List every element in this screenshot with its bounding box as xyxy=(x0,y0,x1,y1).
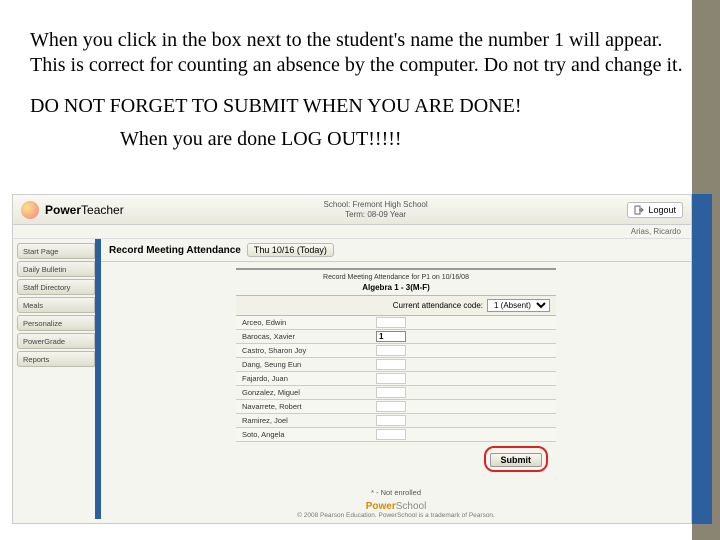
footer: PowerSchool © 2008 Pearson Education. Po… xyxy=(101,501,691,519)
submit-highlight-ring: Submit xyxy=(484,446,549,472)
attendance-input[interactable] xyxy=(376,331,406,342)
attendance-code-row: Current attendance code: 1 (Absent) xyxy=(236,296,556,316)
attendance-input[interactable] xyxy=(376,387,406,398)
powerteacher-window: PowerTeacher School: Fremont High School… xyxy=(12,194,692,524)
student-row: Castro, Sharon Joy xyxy=(236,344,556,358)
student-row: Arceo, Edwin xyxy=(236,316,556,330)
sidebar-item-powergrade[interactable]: PowerGrade xyxy=(17,333,95,349)
attendance-input[interactable] xyxy=(376,345,406,356)
instruction-text: When you click in the box next to the st… xyxy=(30,28,690,78)
sidebar-item-reports[interactable]: Reports xyxy=(17,351,95,367)
warning-line-2: When you are done LOG OUT!!!!! xyxy=(30,127,690,152)
student-row: Soto, Angela xyxy=(236,428,556,442)
logout-label: Logout xyxy=(648,205,676,215)
sidebar-item-meals[interactable]: Meals xyxy=(17,297,95,313)
student-row: Dang, Seung Eun xyxy=(236,358,556,372)
student-row: Fajardo, Juan xyxy=(236,372,556,386)
logout-button[interactable]: Logout xyxy=(627,202,683,218)
student-list: Arceo, Edwin Barocas, Xavier Castro, Sha… xyxy=(236,316,556,442)
background-blue xyxy=(692,194,712,524)
app-header: PowerTeacher School: Fremont High School… xyxy=(13,195,691,225)
footer-copyright: © 2008 Pearson Education. PowerSchool is… xyxy=(101,512,691,519)
attendance-input[interactable] xyxy=(376,373,406,384)
student-row: Ramirez, Joel xyxy=(236,414,556,428)
attendance-form-area: Record Meeting Attendance for P1 on 10/1… xyxy=(101,262,691,484)
sidebar-item-start-page[interactable]: Start Page xyxy=(17,243,95,259)
app-body: Start Page Daily Bulletin Staff Director… xyxy=(13,239,691,519)
attendance-input[interactable] xyxy=(376,359,406,370)
attendance-box: Record Meeting Attendance for P1 on 10/1… xyxy=(236,268,556,478)
sidebar-item-staff-directory[interactable]: Staff Directory xyxy=(17,279,95,295)
attendance-code-select[interactable]: 1 (Absent) xyxy=(487,299,550,312)
current-user: Arias, Ricardo xyxy=(13,225,691,239)
sidebar-item-personalize[interactable]: Personalize xyxy=(17,315,95,331)
warning-line-1: DO NOT FORGET TO SUBMIT WHEN YOU ARE DON… xyxy=(30,94,690,119)
powerteacher-logo-text: PowerTeacher xyxy=(45,203,124,217)
header-school-term: School: Fremont High School Term: 08-09 … xyxy=(124,200,628,219)
class-name: Algebra 1 - 3(M-F) xyxy=(236,283,556,296)
student-row: Barocas, Xavier xyxy=(236,330,556,344)
section-title-row: Record Meeting Attendance Thu 10/16 (Tod… xyxy=(101,239,691,262)
student-row: Navarrete, Robert xyxy=(236,400,556,414)
student-row: Gonzalez, Miguel xyxy=(236,386,556,400)
submit-zone: Submit xyxy=(236,442,556,476)
attendance-input[interactable] xyxy=(376,317,406,328)
attendance-input[interactable] xyxy=(376,401,406,412)
section-title: Record Meeting Attendance xyxy=(109,245,241,256)
sidebar: Start Page Daily Bulletin Staff Director… xyxy=(13,239,95,519)
logout-icon xyxy=(634,205,644,215)
sidebar-item-daily-bulletin[interactable]: Daily Bulletin xyxy=(17,261,95,277)
powerteacher-logo-icon xyxy=(21,201,39,219)
attendance-code-label: Current attendance code: xyxy=(393,301,483,310)
attendance-input[interactable] xyxy=(376,429,406,440)
legend-text: * - Not enrolled xyxy=(101,484,691,501)
main-panel: Record Meeting Attendance Thu 10/16 (Tod… xyxy=(101,239,691,519)
powerschool-logo: PowerSchool xyxy=(101,501,691,512)
attendance-input[interactable] xyxy=(376,415,406,426)
submit-button[interactable]: Submit xyxy=(490,453,543,467)
slide-text-block: When you click in the box next to the st… xyxy=(30,28,690,160)
attendance-caption: Record Meeting Attendance for P1 on 10/1… xyxy=(236,270,556,283)
date-chip[interactable]: Thu 10/16 (Today) xyxy=(247,243,334,257)
